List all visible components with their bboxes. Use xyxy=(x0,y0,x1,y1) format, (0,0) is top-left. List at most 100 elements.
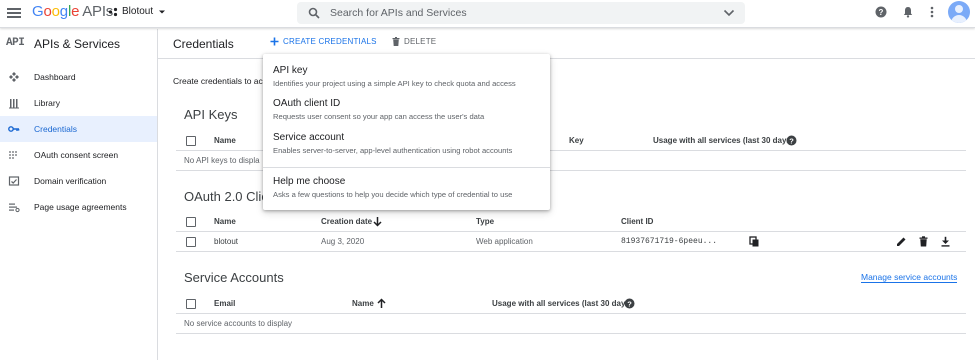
create-credentials-button[interactable]: CREATE CREDENTIALS xyxy=(270,37,377,46)
service-accounts-title: Service Accounts xyxy=(184,270,284,285)
menu-item-title: Help me choose xyxy=(273,176,346,187)
delete-label: DELETE xyxy=(404,37,437,46)
manage-service-accounts-link[interactable]: Manage service accounts xyxy=(861,272,958,283)
oauth-table-header: Name Creation date Type Client ID xyxy=(176,212,966,232)
edit-icon[interactable] xyxy=(896,236,907,247)
create-credentials-menu: API key Identifies your project using a … xyxy=(263,54,550,210)
consent-icon xyxy=(9,151,17,159)
sidebar-title: APIs & Services xyxy=(34,37,121,51)
select-all-checkbox[interactable] xyxy=(186,217,196,227)
help-icon[interactable]: ? xyxy=(786,135,797,146)
trash-icon[interactable] xyxy=(918,236,929,247)
notifications-icon[interactable] xyxy=(902,6,914,18)
oauth-clients-title: OAuth 2.0 Clie xyxy=(184,189,269,204)
column-header[interactable]: Name xyxy=(352,299,374,308)
delete-button[interactable]: DELETE xyxy=(392,37,436,46)
logo-letter: o xyxy=(51,3,60,20)
sidebar-item-label: Library xyxy=(34,98,60,108)
menu-item-title: API key xyxy=(273,65,308,76)
logo-letter: g xyxy=(59,3,68,20)
plus-icon xyxy=(270,37,279,46)
menu-item-title: OAuth client ID xyxy=(273,98,341,109)
table-row[interactable]: blotout Aug 3, 2020 Web application 8193… xyxy=(176,232,966,252)
domain-verification-icon xyxy=(8,176,20,186)
select-all-checkbox[interactable] xyxy=(186,299,196,309)
menu-icon[interactable] xyxy=(7,6,21,20)
copy-icon[interactable] xyxy=(749,236,760,247)
search-input[interactable] xyxy=(330,5,710,21)
sidebar-header: API APIs & Services xyxy=(0,29,158,59)
row-checkbox[interactable] xyxy=(186,237,196,247)
client-id: 81937671719-6peeu... xyxy=(621,237,718,246)
column-header[interactable]: Email xyxy=(214,299,235,308)
sidebar-item-label: Dashboard xyxy=(34,72,76,82)
sidebar-item-library[interactable]: Library xyxy=(0,90,157,116)
help-icon[interactable]: ? xyxy=(624,298,635,309)
menu-item-oauth-client-id[interactable]: OAuth client ID Requests user consent so… xyxy=(263,98,550,126)
key-icon xyxy=(8,126,20,132)
service-accounts-table-header: Email Name Usage with all services (last… xyxy=(176,294,966,314)
menu-item-title: Service account xyxy=(273,132,345,143)
more-vert-icon[interactable] xyxy=(928,6,936,18)
sidebar-item-label: Page usage agreements xyxy=(34,202,127,212)
sidebar-item-oauth-consent[interactable]: OAuth consent screen xyxy=(0,142,157,168)
column-header[interactable]: Client ID xyxy=(621,217,653,226)
svg-text:?: ? xyxy=(627,299,632,308)
column-header[interactable]: Key xyxy=(569,136,584,145)
svg-text:?: ? xyxy=(879,8,884,17)
logo-letter: G xyxy=(32,3,44,20)
sidebar-item-page-usage[interactable]: Page usage agreements xyxy=(0,194,157,220)
column-header[interactable]: Usage with all services (last 30 days) xyxy=(492,299,633,308)
select-all-checkbox[interactable] xyxy=(186,136,196,146)
menu-item-service-account[interactable]: Service account Enables server-to-server… xyxy=(263,132,550,160)
help-icon[interactable]: ? xyxy=(875,6,887,18)
svg-text:?: ? xyxy=(789,136,794,145)
sidebar-item-label: OAuth consent screen xyxy=(34,150,119,160)
menu-item-help-me-choose[interactable]: Help me choose Asks a few questions to h… xyxy=(263,176,550,204)
account-avatar-icon[interactable] xyxy=(948,1,970,23)
page-title: Credentials xyxy=(173,37,234,51)
service-accounts-empty-row: No service accounts to display xyxy=(176,314,966,334)
trash-icon xyxy=(392,37,400,46)
project-name: Blotout xyxy=(122,6,154,17)
intro-text: Create credentials to acc xyxy=(173,76,268,86)
dashboard-icon xyxy=(9,72,19,82)
sidebar-item-label: Credentials xyxy=(34,124,77,134)
client-type: Web application xyxy=(476,237,533,246)
empty-message: No service accounts to display xyxy=(184,319,293,328)
google-apis-logo[interactable]: Google APIs xyxy=(32,3,113,20)
menu-item-description: Asks a few questions to help you decide … xyxy=(273,190,513,199)
api-keys-title: API Keys xyxy=(184,107,238,122)
search-bar[interactable] xyxy=(297,2,745,24)
create-credentials-label: CREATE CREDENTIALS xyxy=(283,37,377,46)
menu-item-api-key[interactable]: API key Identifies your project using a … xyxy=(263,65,550,93)
column-header[interactable]: Usage with all services (last 30 days) xyxy=(653,136,794,145)
project-dropdown-icon xyxy=(159,10,166,13)
client-name[interactable]: blotout xyxy=(214,237,238,246)
chevron-down-icon[interactable] xyxy=(723,8,735,18)
empty-message: No API keys to displa xyxy=(184,156,260,165)
column-header[interactable]: Name xyxy=(214,217,236,226)
api-badge-icon: API xyxy=(6,37,25,49)
project-selector[interactable]: Blotout xyxy=(108,6,167,17)
top-bar: GoogleAPIs Blotout ? xyxy=(0,0,975,28)
sort-down-arrow-icon[interactable] xyxy=(372,216,383,227)
sidebar-item-domain-verification[interactable]: Domain verification xyxy=(0,168,157,194)
menu-item-description: Enables server-to-server, app-level auth… xyxy=(273,146,513,155)
library-icon xyxy=(9,99,19,109)
project-dots-icon xyxy=(108,7,118,16)
menu-item-description: Requests user consent so your app can ac… xyxy=(273,112,485,121)
search-icon xyxy=(308,7,320,19)
creation-date: Aug 3, 2020 xyxy=(321,237,365,246)
sidebar: API APIs & Services Dashboard Library Cr… xyxy=(0,29,158,360)
column-header[interactable]: Type xyxy=(476,217,494,226)
column-header[interactable]: Creation date xyxy=(321,217,372,226)
sidebar-item-dashboard[interactable]: Dashboard xyxy=(0,64,157,90)
logo-letter: e xyxy=(71,3,80,20)
download-icon[interactable] xyxy=(940,236,951,247)
sidebar-item-label: Domain verification xyxy=(34,176,107,186)
column-header[interactable]: Name xyxy=(214,136,236,145)
settings-list-icon xyxy=(9,203,20,213)
sort-up-arrow-icon[interactable] xyxy=(376,298,387,309)
sidebar-item-credentials[interactable]: Credentials xyxy=(0,116,157,142)
